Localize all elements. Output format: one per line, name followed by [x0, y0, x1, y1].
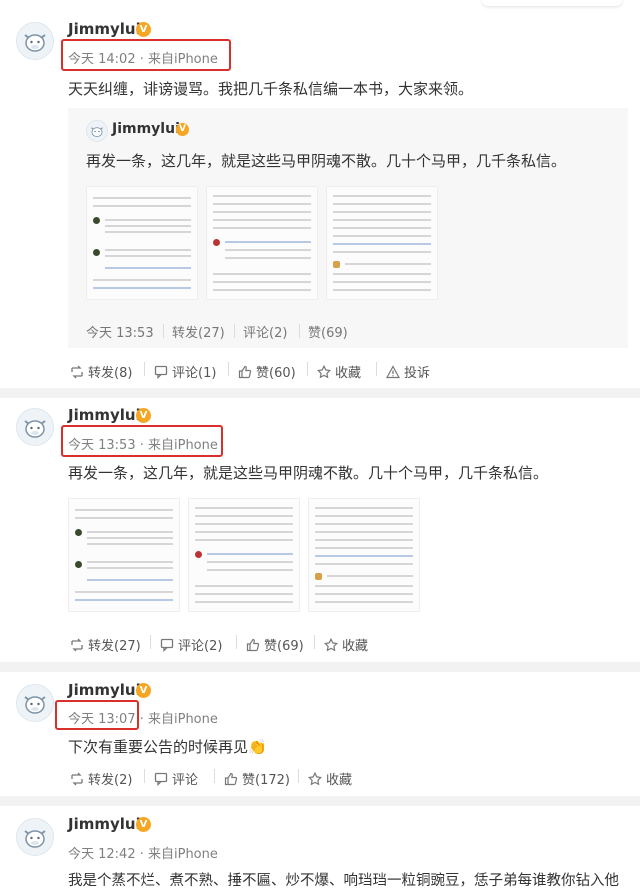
username[interactable]: Jimmylui	[68, 815, 141, 833]
comment-button[interactable]: 评论	[154, 769, 198, 788]
cow-avatar-icon	[87, 121, 107, 141]
highlight-box	[55, 700, 139, 730]
favorite-button[interactable]: 收藏	[317, 362, 361, 381]
comment-icon	[160, 638, 174, 652]
cow-avatar-icon	[17, 409, 53, 445]
like-icon	[246, 638, 260, 652]
like-button[interactable]: 赞(69)	[246, 635, 304, 654]
comment-icon	[154, 772, 168, 786]
clapping-emoji: 👏	[248, 738, 267, 756]
like-icon	[224, 772, 238, 786]
report-button[interactable]: 投诉	[386, 362, 430, 381]
screenshot-thumbnail[interactable]	[206, 186, 318, 300]
quoted-comment-count[interactable]: 评论(2)	[243, 322, 287, 341]
cow-avatar-icon	[17, 685, 53, 721]
repost-icon	[70, 772, 84, 786]
favorite-label: 收藏	[335, 366, 362, 381]
avatar[interactable]	[16, 818, 54, 856]
comment-button[interactable]: 评论(2)	[160, 635, 222, 654]
quoted-post-time: 今天 13:53	[86, 326, 154, 341]
verified-v-icon: V	[136, 683, 151, 698]
screenshot-thumbnail[interactable]	[326, 186, 438, 300]
screenshot-thumbnail[interactable]	[308, 498, 420, 612]
post-text: 我是个蒸不烂、煮不熟、捶不匾、炒不爆、响珰珰一粒铜豌豆，恁子弟每谁教你钻入他	[68, 873, 619, 889]
comment-icon	[154, 365, 168, 379]
quoted-post[interactable]: Jimmylui V 再发一条，这几年，就是这些马甲阴魂不散。几十个马甲，几千条…	[68, 108, 628, 348]
highlight-box	[61, 425, 223, 457]
avatar[interactable]	[16, 22, 54, 60]
quoted-repost-count[interactable]: 转发(27)	[172, 322, 225, 341]
favorite-button[interactable]: 收藏	[324, 635, 368, 654]
post-text: 再发一条，这几年，就是这些马甲阴魂不散。几十个马甲，几千条私信。	[68, 464, 549, 482]
post-text: 下次有重要公告的时候再见👏	[68, 738, 267, 756]
username[interactable]: Jimmylui	[68, 681, 141, 699]
screenshot-thumbnail[interactable]	[86, 186, 198, 300]
quoted-like-count[interactable]: 赞(69)	[308, 322, 348, 341]
repost-label: 转发(2)	[88, 773, 133, 788]
like-label: 赞(69)	[264, 639, 304, 654]
favorite-label: 收藏	[326, 773, 353, 788]
report-label: 投诉	[404, 366, 431, 381]
like-icon	[238, 365, 252, 379]
quoted-username[interactable]: Jimmylui	[112, 121, 180, 137]
screenshot-thumbnail[interactable]	[68, 498, 180, 612]
favorite-label: 收藏	[342, 639, 369, 654]
post-text: 天天纠缠，诽谤谩骂。我把几千条私信编一本书，大家来领。	[68, 80, 474, 98]
username[interactable]: Jimmylui	[68, 406, 141, 424]
like-button[interactable]: 赞(172)	[224, 769, 290, 788]
username[interactable]: Jimmylui	[68, 20, 141, 38]
quoted-post-text: 再发一条，这几年，就是这些马甲阴魂不散。几十个马甲，几千条私信。	[86, 152, 567, 170]
cow-avatar-icon	[17, 23, 53, 59]
top-partial-button[interactable]	[482, 0, 622, 6]
post-separator	[0, 388, 640, 398]
like-label: 赞(60)	[256, 366, 296, 381]
post-time-source[interactable]: 今天 12:42 · 来自iPhone	[68, 843, 218, 862]
warning-icon	[386, 364, 400, 379]
repost-icon	[70, 365, 84, 379]
comment-label: 评论(1)	[172, 366, 217, 381]
cow-avatar-icon	[17, 819, 53, 855]
avatar[interactable]	[16, 408, 54, 446]
repost-label: 转发(27)	[88, 639, 141, 654]
verified-v-icon: V	[136, 817, 151, 832]
avatar[interactable]	[16, 684, 54, 722]
star-icon	[317, 364, 331, 379]
comment-label: 评论(2)	[178, 639, 223, 654]
screenshot-thumbnail[interactable]	[188, 498, 300, 612]
repost-label: 转发(8)	[88, 366, 133, 381]
repost-icon	[70, 638, 84, 652]
post-separator	[0, 662, 640, 672]
avatar[interactable]	[86, 120, 108, 142]
like-label: 赞(172)	[242, 773, 290, 788]
comment-button[interactable]: 评论(1)	[154, 362, 216, 381]
repost-button[interactable]: 转发(27)	[70, 635, 141, 654]
star-icon	[324, 637, 338, 652]
repost-button[interactable]: 转发(2)	[70, 769, 132, 788]
post-separator	[0, 796, 640, 806]
verified-v-icon: V	[176, 123, 189, 136]
like-button[interactable]: 赞(60)	[238, 362, 296, 381]
highlight-box	[61, 39, 231, 71]
verified-v-icon: V	[136, 22, 151, 37]
repost-button[interactable]: 转发(8)	[70, 362, 132, 381]
star-icon	[308, 771, 322, 786]
favorite-button[interactable]: 收藏	[308, 769, 352, 788]
comment-label: 评论	[172, 773, 199, 788]
verified-v-icon: V	[136, 408, 151, 423]
